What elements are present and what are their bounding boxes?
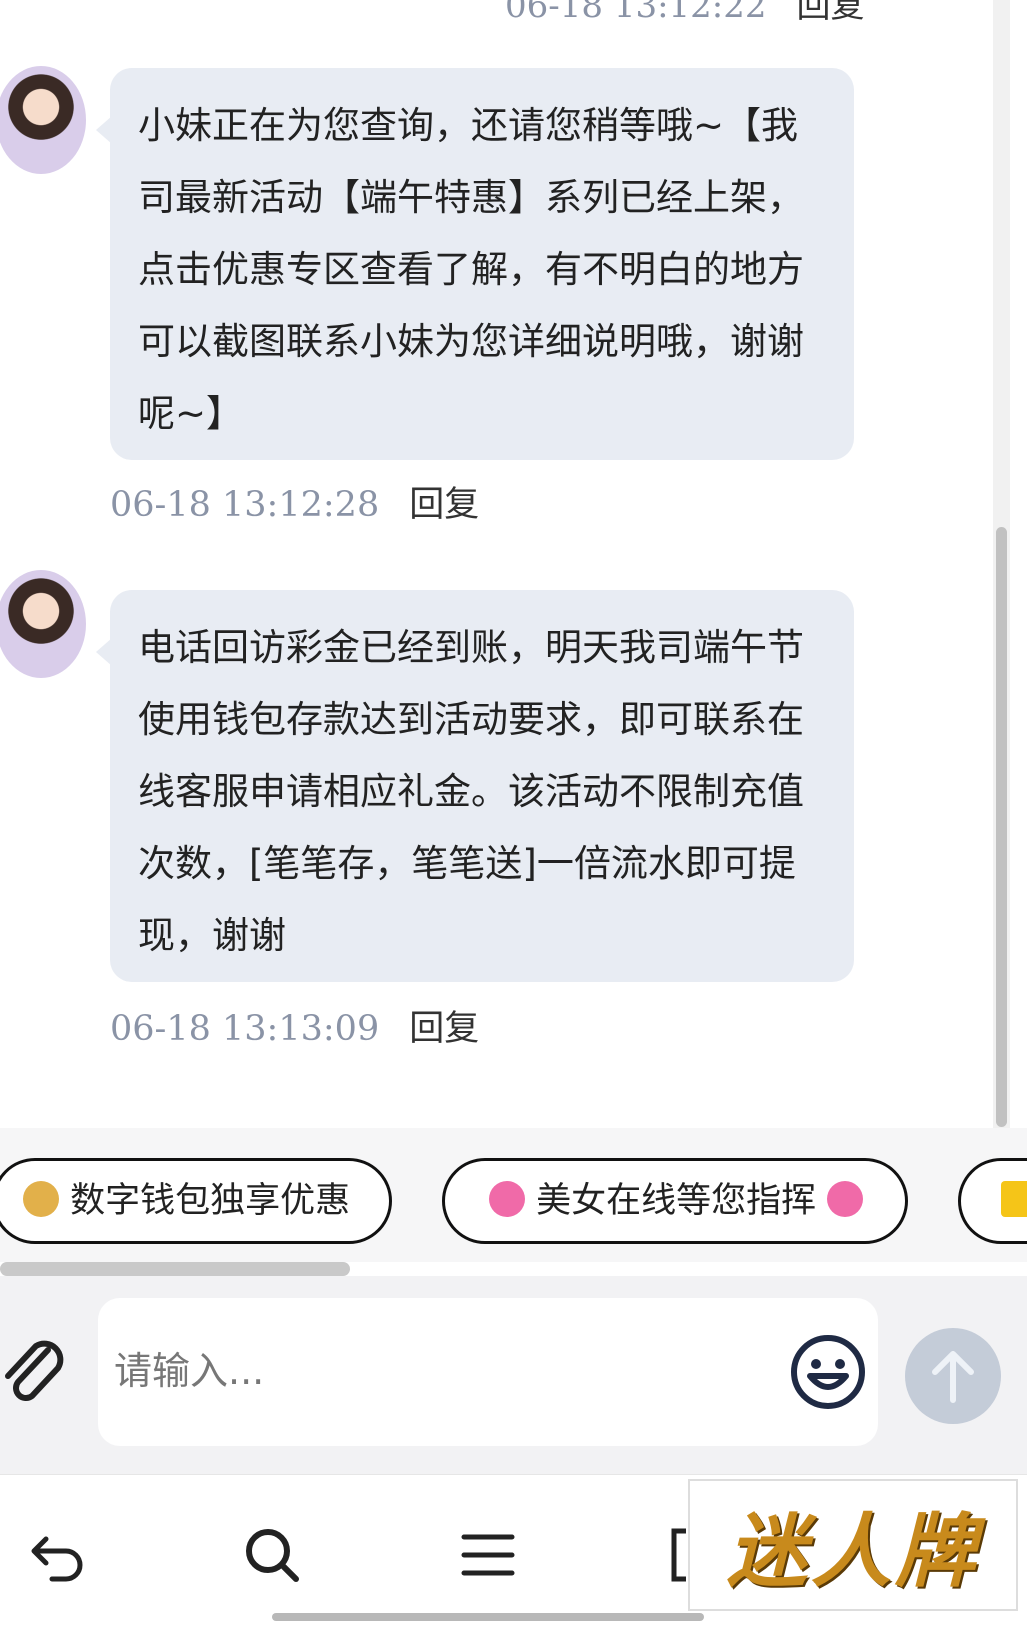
warning-icon: [1001, 1181, 1027, 1217]
brand-logo: 迷人牌: [688, 1479, 1018, 1611]
reply-button[interactable]: 回复: [409, 1009, 479, 1049]
message-input-box[interactable]: [98, 1298, 878, 1446]
back-icon[interactable]: [28, 1525, 88, 1585]
quick-reply-label: 数字钱包独享优惠: [70, 1181, 351, 1221]
browser-bottom-nav: 迷人牌: [0, 1474, 1027, 1628]
composer: [0, 1276, 1027, 1474]
attachment-icon[interactable]: [0, 1330, 70, 1410]
quick-reply-beauty[interactable]: 美女在线等您指挥: [442, 1158, 908, 1244]
message-meta: 06-18 13:12:28 回复: [110, 476, 479, 527]
message-input[interactable]: [112, 1330, 756, 1412]
heart-icon: [489, 1181, 525, 1217]
heart-icon: [827, 1181, 864, 1217]
quick-reply-warning[interactable]: [958, 1158, 1027, 1244]
message-time: 06-18 13:12:22: [505, 0, 767, 26]
brand-text: 迷人牌: [727, 1504, 979, 1598]
message-bubble: 小妹正在为您查询，还请您稍等哦~【我司最新活动【端午特惠】系列已经上架，点击优惠…: [96, 68, 854, 460]
message-bubble: 电话回访彩金已经到账，明天我司端午节使用钱包存款达到活动要求，即可联系在线客服申…: [96, 590, 854, 982]
message-text: 电话回访彩金已经到账，明天我司端午节使用钱包存款达到活动要求，即可联系在线客服申…: [138, 626, 804, 957]
chat-area[interactable]: 06-18 13:12:22 回复 小妹正在为您查询，还请您稍等哦~【我司最新活动…: [0, 0, 1010, 1128]
quick-reply-wallet[interactable]: 数字钱包独享优惠: [0, 1158, 392, 1244]
quick-reply-bar: 数字钱包独享优惠 美女在线等您指挥: [0, 1128, 1027, 1262]
message-text: 小妹正在为您查询，还请您稍等哦~【我司最新活动【端午特惠】系列已经上架，点击优惠…: [138, 104, 804, 435]
menu-icon[interactable]: [458, 1525, 518, 1585]
send-button[interactable]: [905, 1328, 1001, 1424]
horizontal-scrollbar[interactable]: [0, 1262, 350, 1276]
message-time: 06-18 13:13:09: [110, 1009, 380, 1049]
money-bag-icon: [23, 1181, 59, 1217]
emoji-icon[interactable]: [788, 1332, 868, 1412]
quick-reply-label: 美女在线等您指挥: [536, 1181, 817, 1221]
agent-avatar: [0, 570, 86, 678]
reply-button[interactable]: 回复: [409, 485, 479, 525]
vertical-scrollbar[interactable]: [993, 0, 1010, 1128]
previous-message-meta: 06-18 13:12:22 回复: [505, 0, 865, 27]
search-icon[interactable]: [242, 1525, 302, 1585]
reply-button[interactable]: 回复: [797, 0, 865, 26]
arrow-up-icon: [932, 1351, 974, 1403]
scrollbar-thumb[interactable]: [996, 527, 1007, 1127]
message-time: 06-18 13:12:28: [110, 485, 380, 525]
message-meta: 06-18 13:13:09 回复: [110, 1000, 479, 1051]
agent-avatar: [0, 66, 86, 174]
home-indicator: [272, 1613, 704, 1621]
